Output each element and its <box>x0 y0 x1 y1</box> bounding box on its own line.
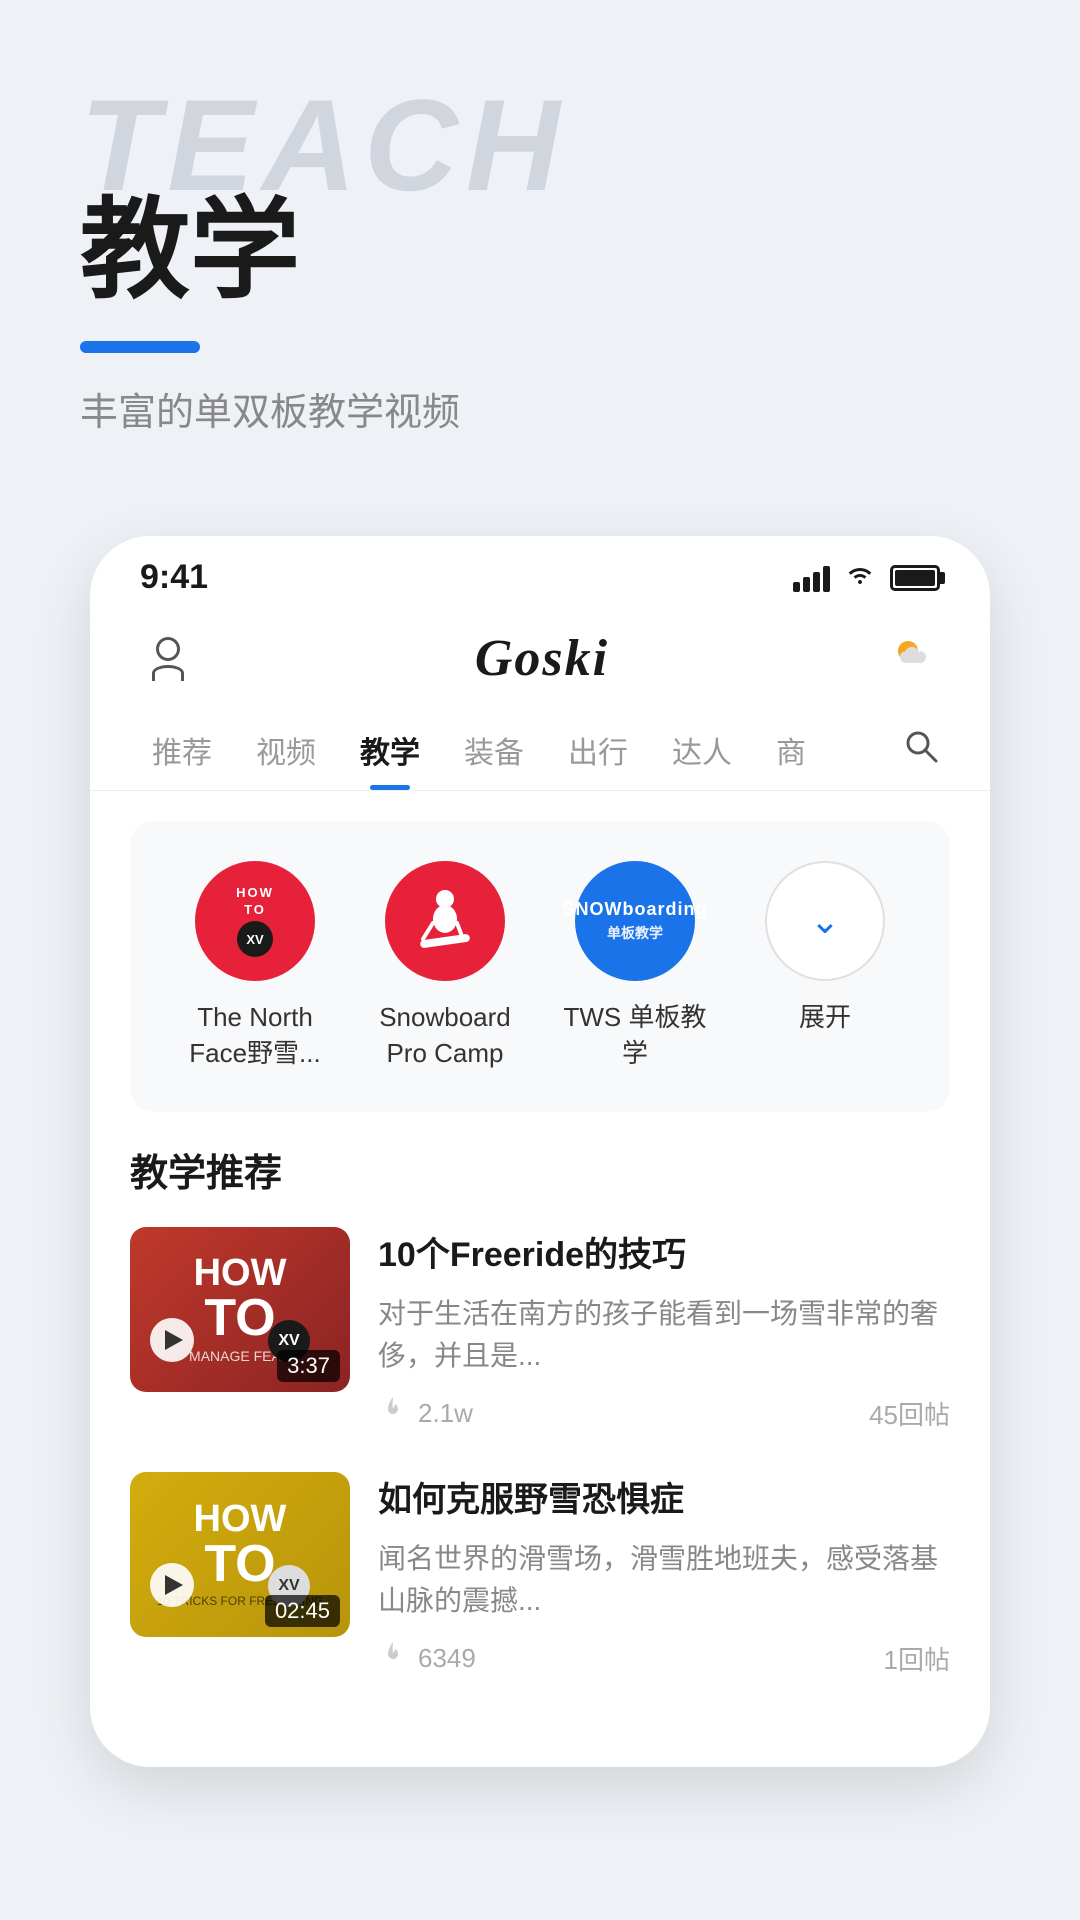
rec-title-2: 如何克服野雪恐惧症 <box>378 1478 950 1522</box>
tab-expert[interactable]: 达人 <box>650 710 754 790</box>
play-button-2[interactable] <box>150 1563 194 1607</box>
fire-icon-2 <box>378 1640 408 1677</box>
expand-label: 展开 <box>799 999 851 1035</box>
status-time: 9:41 <box>140 558 208 597</box>
rec-item-1[interactable]: HOW TO MANAGE FEAR XV 3:37 10个Freeride的技… <box>130 1227 950 1432</box>
rec-views-2: 6349 <box>378 1640 476 1677</box>
recommendations-section: 教学推荐 HOW TO MANAGE FEAR XV 3:37 10个Freer… <box>90 1142 990 1677</box>
play-button-1[interactable] <box>150 1318 194 1362</box>
category-spc[interactable]: Snowboard Pro Camp <box>365 861 525 1072</box>
rec-desc-1: 对于生活在南方的孩子能看到一场雪非常的奢侈，并且是... <box>378 1293 950 1377</box>
tab-teach[interactable]: 教学 <box>338 710 442 790</box>
duration-badge-1: 3:37 <box>277 1350 340 1382</box>
category-tnf[interactable]: HOW TO XV The North Face野雪... <box>175 861 335 1072</box>
background-section: TEACH 教学 丰富的单双板教学视频 <box>0 0 1080 496</box>
views-count-1: 2.1w <box>418 1398 473 1429</box>
weather-icon[interactable] <box>888 627 940 690</box>
tnf-label: The North Face野雪... <box>175 999 335 1072</box>
tws-label: TWS 单板教 学 <box>555 999 715 1072</box>
search-icon[interactable] <box>892 717 950 784</box>
nav-tabs: 推荐 视频 教学 装备 出行 达人 商 <box>90 710 990 791</box>
rec-views-1: 2.1w <box>378 1395 473 1432</box>
spc-label: Snowboard Pro Camp <box>365 999 525 1072</box>
signal-icon <box>793 564 830 592</box>
tab-gear[interactable]: 装备 <box>442 710 546 790</box>
fire-icon <box>378 1395 408 1432</box>
app-header: Goski <box>90 607 990 710</box>
chevron-down-icon: ⌄ <box>810 900 840 942</box>
thumbnail-1: HOW TO MANAGE FEAR XV 3:37 <box>130 1227 350 1392</box>
battery-icon <box>890 565 940 591</box>
tab-shop[interactable]: 商 <box>754 710 828 790</box>
category-items: HOW TO XV The North Face野雪... <box>160 861 920 1072</box>
spc-icon <box>385 861 505 981</box>
rec-info-1: 10个Freeride的技巧 对于生活在南方的孩子能看到一场雪非常的奢侈，并且是… <box>378 1227 950 1432</box>
tnf-icon: HOW TO XV <box>195 861 315 981</box>
rec-info-2: 如何克服野雪恐惧症 闻名世界的滑雪场，滑雪胜地班夫，感受落基山脉的震撼... 6… <box>378 1472 950 1677</box>
views-count-2: 6349 <box>418 1643 476 1674</box>
app-logo: Goski <box>475 629 609 688</box>
profile-icon[interactable] <box>140 631 196 687</box>
category-expand[interactable]: ⌄ 展开 <box>745 861 905 1035</box>
comments-2: 1回帖 <box>884 1640 950 1677</box>
category-section: HOW TO XV The North Face野雪... <box>130 821 950 1112</box>
rec-desc-2: 闻名世界的滑雪场，滑雪胜地班夫，感受落基山脉的震撼... <box>378 1538 950 1622</box>
phone-mockup: 9:41 Goski <box>90 536 990 1767</box>
rec-meta-1: 2.1w 45回帖 <box>378 1395 950 1432</box>
wifi-icon <box>844 562 876 593</box>
status-bar: 9:41 <box>90 536 990 607</box>
expand-icon: ⌄ <box>765 861 885 981</box>
subtitle-text: 丰富的单双板教学视频 <box>80 381 1000 436</box>
tws-icon: SNOWboarding 单板教学 <box>575 861 695 981</box>
tab-recommend[interactable]: 推荐 <box>130 710 234 790</box>
status-icons <box>793 562 940 593</box>
duration-badge-2: 02:45 <box>265 1595 340 1627</box>
tab-video[interactable]: 视频 <box>234 710 338 790</box>
rec-meta-2: 6349 1回帖 <box>378 1640 950 1677</box>
thumbnail-2: HOW TO 10 TRICKS FOR FREERIDING XV 02:45 <box>130 1472 350 1637</box>
blue-accent-bar <box>80 341 200 353</box>
category-tws[interactable]: SNOWboarding 单板教学 TWS 单板教 学 <box>555 861 715 1072</box>
comments-1: 45回帖 <box>869 1395 950 1432</box>
tab-travel[interactable]: 出行 <box>546 710 650 790</box>
rec-item-2[interactable]: HOW TO 10 TRICKS FOR FREERIDING XV 02:45… <box>130 1472 950 1677</box>
rec-title-1: 10个Freeride的技巧 <box>378 1233 950 1277</box>
recommendations-title: 教学推荐 <box>130 1142 950 1197</box>
